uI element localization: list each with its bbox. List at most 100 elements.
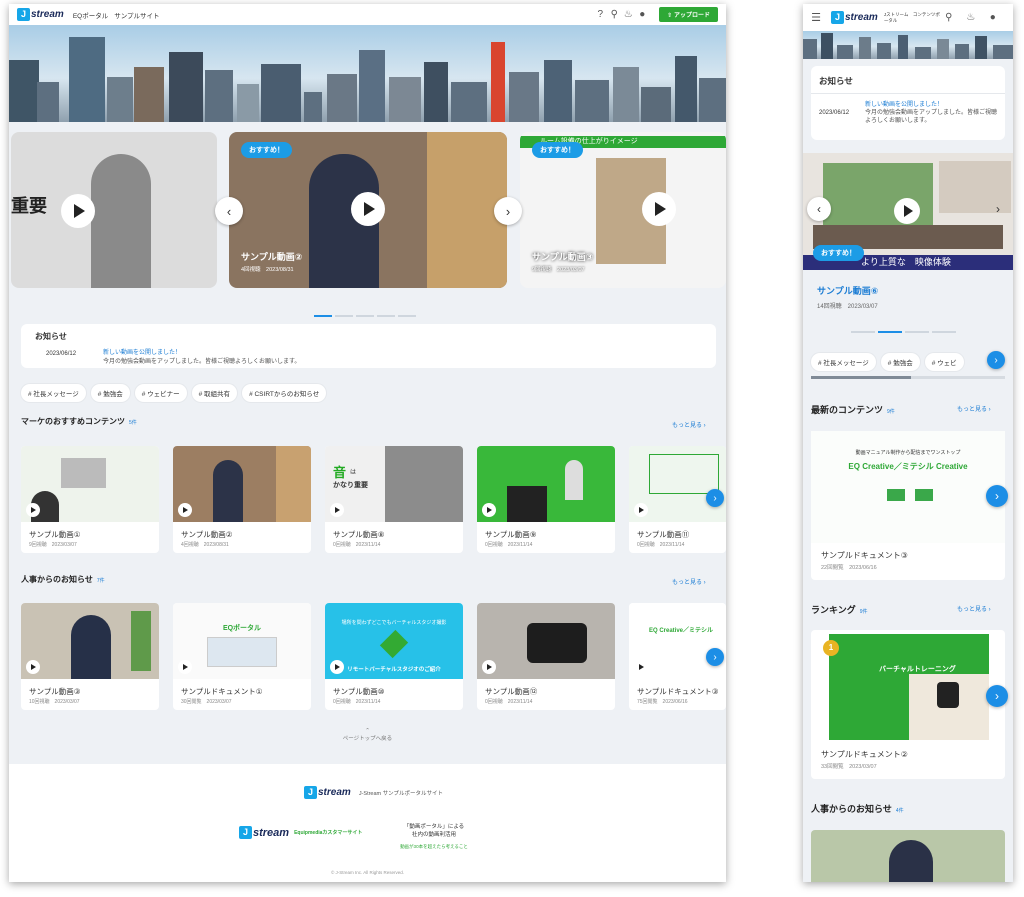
play-icon[interactable]: [642, 192, 676, 226]
mobile-latest-card[interactable]: 動画マニュアル制作から配信までワンストップ EQ Creative／ミテシル C…: [811, 431, 1005, 580]
mobile-latest-more-link[interactable]: もっと見る ›: [957, 404, 991, 413]
content-card[interactable]: サンプル動画③ 10回視聴 2023/03/07: [21, 603, 159, 710]
hero-next-button[interactable]: ›: [494, 197, 522, 225]
mobile-ranking-title: ランキング 9件: [811, 605, 868, 615]
section-marketing-next-button[interactable]: ›: [706, 489, 724, 507]
bell-icon[interactable]: ♨: [621, 8, 635, 22]
section-hr-next-button[interactable]: ›: [706, 648, 724, 666]
play-icon[interactable]: [482, 660, 496, 674]
copyright: © J-Stream Inc. All Rights Reserved.: [330, 870, 405, 875]
search-icon[interactable]: ⚲: [607, 8, 621, 22]
site-logo[interactable]: Jstream: [17, 8, 64, 21]
notice-link[interactable]: 新しい動画を公開しました！: [103, 347, 181, 356]
recommend-badge: おすすめ！: [532, 142, 583, 158]
mobile-screen: ☰ Jstream Jストリーム コンテンツポータル ⚲ ♨ ● お知らせ 20…: [803, 4, 1013, 882]
section-marketing-more-link[interactable]: もっと見る ›: [672, 420, 706, 429]
play-icon[interactable]: [482, 503, 496, 517]
mobile-hero-prev-button[interactable]: ‹: [807, 197, 831, 221]
section-hr-title: 人事からのお知らせ 7件: [21, 575, 105, 584]
hero-prev-button[interactable]: ‹: [215, 197, 243, 225]
footer-promo-banner[interactable]: 「動画ポータル」による 社内の動画利活用 動画が30本を超えたら考えること: [379, 822, 489, 850]
mobile-carousel-dots[interactable]: [851, 320, 959, 338]
notice-panel: お知らせ 2023/06/12 新しい動画を公開しました！ 今月の勉強会動画をア…: [21, 324, 716, 368]
footer-customer-banner[interactable]: Jstream Equipmediaカスタマーサイト: [239, 826, 362, 839]
tag-study[interactable]: # 勉強会: [880, 353, 920, 371]
mobile-hr-card[interactable]: [811, 830, 1005, 882]
desktop-screen: Jstream EQポータル サンプルサイト ? ⚲ ♨ ● ⇧ アップロード …: [9, 4, 726, 882]
play-icon[interactable]: [26, 660, 40, 674]
bell-icon[interactable]: ♨: [964, 11, 978, 25]
slide-meta: 9回視聴 2023/03/07: [532, 267, 585, 273]
mobile-ranking-card[interactable]: バーチャルトレーニング 1 サンプルドキュメント② 33回閲覧 2023/03/…: [811, 630, 1005, 779]
tag-ceo-message[interactable]: # 社長メッセージ: [21, 384, 86, 402]
play-icon[interactable]: [894, 198, 920, 224]
slide-meta: 4回視聴 2023/08/31: [241, 267, 294, 273]
section-hr-more-link[interactable]: もっと見る ›: [672, 577, 706, 586]
play-icon[interactable]: [634, 503, 648, 517]
tag-ceo-message[interactable]: # 社長メッセージ: [811, 353, 876, 371]
mobile-latest-next-button[interactable]: ›: [986, 485, 1008, 507]
help-icon[interactable]: ?: [593, 8, 607, 22]
mobile-ranking-more-link[interactable]: もっと見る ›: [957, 604, 991, 613]
tag-initiatives[interactable]: # 取組共有: [191, 384, 238, 402]
site-logo[interactable]: Jstream: [831, 11, 878, 24]
menu-icon[interactable]: ☰: [809, 11, 823, 25]
play-icon[interactable]: [330, 503, 344, 517]
page-top-link[interactable]: ⌃ ページトップへ戻る: [9, 728, 726, 742]
mobile-ranking-next-button[interactable]: ›: [986, 685, 1008, 707]
play-icon[interactable]: [330, 660, 344, 674]
play-icon[interactable]: [61, 194, 95, 228]
play-icon[interactable]: [178, 503, 192, 517]
tag-csirt[interactable]: # CSIRTからのお知らせ: [242, 384, 327, 402]
mobile-hero-meta: 14回視聴 2023/03/07: [817, 304, 878, 310]
content-card[interactable]: サンプル動画⑫ 0回視聴 2023/11/14: [477, 603, 615, 710]
presenter-image: [91, 154, 151, 288]
tag-webinar[interactable]: # ウェビナー: [134, 384, 187, 402]
upload-button[interactable]: ⇧ アップロード: [659, 7, 718, 22]
tag-scrollbar[interactable]: [811, 376, 1005, 379]
play-icon[interactable]: [26, 503, 40, 517]
hero-slide-2[interactable]: おすすめ！ サンプル動画② 4回視聴 2023/08/31: [229, 132, 507, 288]
mobile-hero-title[interactable]: サンプル動画⑥: [817, 284, 878, 297]
content-card[interactable]: EQポータル サンプルドキュメント① 30回閲覧 2023/03/07: [173, 603, 311, 710]
mobile-hero-cityscape: [803, 31, 1013, 59]
mobile-notice-link[interactable]: 新しい動画を公開しました！: [865, 99, 943, 108]
hero-slide-1[interactable]: 重要: [11, 132, 217, 288]
content-card[interactable]: サンプル動画② 4回視聴 2023/08/31: [173, 446, 311, 553]
mobile-hero-slide[interactable]: より上質な 映像体験 おすすめ！: [803, 153, 1013, 270]
mobile-hero-next-button[interactable]: ›: [986, 197, 1010, 221]
recommend-badge: おすすめ！: [813, 245, 864, 261]
play-icon[interactable]: [351, 192, 385, 226]
recommend-badge: おすすめ！: [241, 142, 292, 158]
mobile-site-name[interactable]: Jストリーム コンテンツポータル: [884, 12, 942, 24]
content-card[interactable]: サンプル動画① 9回視聴 2023/03/07: [21, 446, 159, 553]
content-card[interactable]: 場所を問わずどこでもバーチャルスタジオ撮影 リモートバーチャルスタジオのご紹介 サ…: [325, 603, 463, 710]
notice-body: 今月の勉強会動画をアップしました。皆様ご視聴よろしくお願いします。: [103, 359, 301, 365]
content-card[interactable]: 音はかなり重要 サンプル動画⑧ 0回視聴 2023/11/14: [325, 446, 463, 553]
nav-sample-site[interactable]: サンプルサイト: [114, 10, 159, 20]
hero-slide-3[interactable]: ルーム設備の仕上がりイメージ おすすめ！ サンプル動画③ 9回視聴 2023/0…: [520, 132, 726, 288]
section-marketing-title: マーケのおすすめコンテンツ 5件: [21, 417, 137, 426]
slide-title: サンプル動画②: [241, 252, 303, 262]
top-header: Jstream EQポータル サンプルサイト ? ⚲ ♨ ● ⇧ アップロード: [9, 4, 726, 25]
footer-logo[interactable]: Jstream: [304, 786, 351, 799]
slide-title: サンプル動画③: [532, 252, 594, 262]
carousel-dots[interactable]: [314, 304, 419, 322]
search-icon[interactable]: ⚲: [942, 11, 956, 25]
mobile-tag-list: # 社長メッセージ # 勉強会 # ウェビ: [811, 352, 969, 371]
mobile-tags-next-button[interactable]: ›: [987, 351, 1005, 369]
play-icon[interactable]: [178, 660, 192, 674]
user-icon[interactable]: ●: [635, 8, 649, 22]
mobile-hr-title: 人事からのお知らせ 4件: [811, 804, 904, 814]
notice-date: 2023/06/12: [46, 351, 77, 357]
user-icon[interactable]: ●: [986, 11, 1000, 25]
footer-site-name: J-Stream サンプルポータルサイト: [358, 790, 443, 797]
tag-webinar[interactable]: # ウェビ: [924, 353, 964, 371]
nav-eq-portal[interactable]: EQポータル: [73, 10, 108, 20]
mobile-header: ☰ Jstream Jストリーム コンテンツポータル ⚲ ♨ ●: [803, 4, 1013, 31]
play-icon[interactable]: [634, 660, 648, 674]
tag-study[interactable]: # 勉強会: [90, 384, 130, 402]
notice-title: お知らせ: [35, 332, 67, 341]
footer: Jstream J-Stream サンプルポータルサイト Jstream Equ…: [9, 764, 726, 882]
content-card[interactable]: サンプル動画⑨ 0回視聴 2023/11/14: [477, 446, 615, 553]
